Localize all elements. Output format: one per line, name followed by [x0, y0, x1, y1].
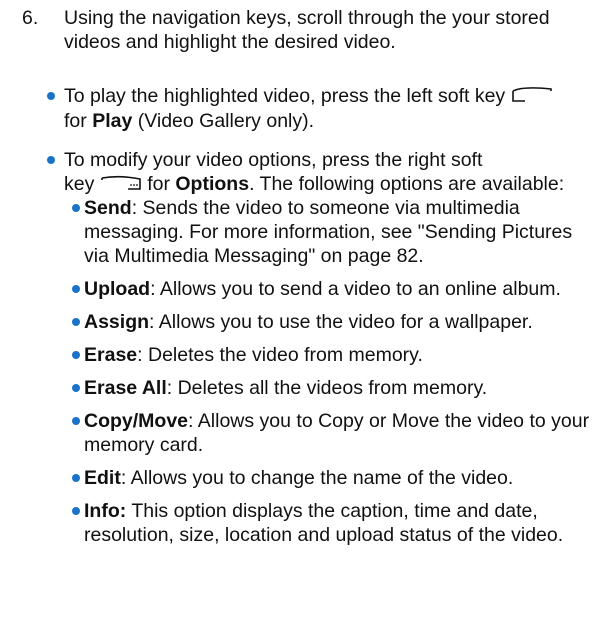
- right-soft-key-icon: [100, 173, 142, 197]
- options-key-word: key: [64, 173, 95, 195]
- manual-page: 6. Using the navigation keys, scroll thr…: [0, 0, 602, 624]
- option-colon: :: [137, 344, 143, 366]
- options-for: for: [147, 173, 170, 195]
- bullet-dot: [72, 285, 80, 293]
- play-bold: Play: [92, 109, 133, 132]
- play-text: To play the highlighted video, press the…: [64, 85, 506, 107]
- play-after: (Video Gallery only).: [137, 109, 315, 132]
- play-for: for: [64, 109, 87, 132]
- option-term: Info:: [84, 500, 127, 522]
- option-desc: Allows you to send a video to an online …: [159, 278, 561, 300]
- option-term: Edit: [84, 467, 121, 489]
- option-erase-all: Erase All: Deletes all the videos from m…: [72, 376, 590, 400]
- option-erase: Erase: Deletes the video from memory.: [72, 343, 590, 367]
- left-soft-key-icon: [511, 85, 553, 109]
- bullet-dot: [47, 156, 55, 164]
- option-colon: :: [166, 377, 173, 399]
- bullet-dot: [72, 474, 80, 482]
- option-desc: Allows you to change the name of the vid…: [130, 467, 514, 489]
- step-text: Using the navigation keys, scroll throug…: [64, 7, 550, 53]
- option-term: Copy/Move: [84, 410, 189, 432]
- bullet-dot: [72, 204, 80, 212]
- option-colon: :: [149, 311, 155, 333]
- option-term: Erase All: [84, 377, 167, 399]
- bullet-dot: [72, 507, 80, 515]
- option-desc: Deletes the video from memory.: [147, 344, 423, 366]
- step-6: 6. Using the navigation keys, scroll thr…: [22, 6, 592, 54]
- option-colon: :: [131, 197, 138, 219]
- option-desc: Allows you to use the video for a wallpa…: [158, 311, 533, 333]
- option-term: Upload: [84, 278, 151, 300]
- option-info: Info: This option displays the caption, …: [72, 499, 590, 547]
- option-term: Erase: [84, 344, 138, 366]
- bullet-dot: [72, 384, 80, 392]
- bullet-dot: [47, 92, 55, 100]
- option-term: Send: [84, 197, 132, 219]
- option-colon: :: [188, 410, 194, 432]
- options-line1: To modify your video options, press the …: [64, 149, 483, 171]
- option-assign: Assign: Allows you to use the video for …: [72, 310, 590, 334]
- bullet-dot: [72, 351, 80, 359]
- option-desc: Sends the video to someone via multimedi…: [84, 197, 573, 267]
- options-bold: Options: [175, 173, 250, 195]
- option-edit: Edit: Allows you to change the name of t…: [72, 466, 590, 490]
- option-colon: :: [120, 467, 127, 489]
- bullet-dot: [72, 318, 80, 326]
- option-upload: Upload: Allows you to send a video to an…: [72, 277, 602, 301]
- options-after: . The following options are available:: [249, 173, 565, 195]
- option-desc: Deletes all the videos from memory.: [177, 377, 488, 399]
- bullet-dot: [72, 417, 80, 425]
- option-send: Send: Sends the video to someone via mul…: [72, 196, 590, 268]
- option-colon: :: [150, 278, 156, 300]
- option-term: Assign: [84, 311, 150, 333]
- options-bullet: To modify your video options, press the …: [47, 148, 594, 197]
- step-number: 6.: [22, 7, 39, 29]
- option-copy-move: Copy/Move: Allows you to Copy or Move th…: [72, 409, 590, 457]
- option-desc: This option displays the caption, time a…: [84, 500, 564, 546]
- play-bullet: To play the highlighted video, press the…: [47, 84, 594, 133]
